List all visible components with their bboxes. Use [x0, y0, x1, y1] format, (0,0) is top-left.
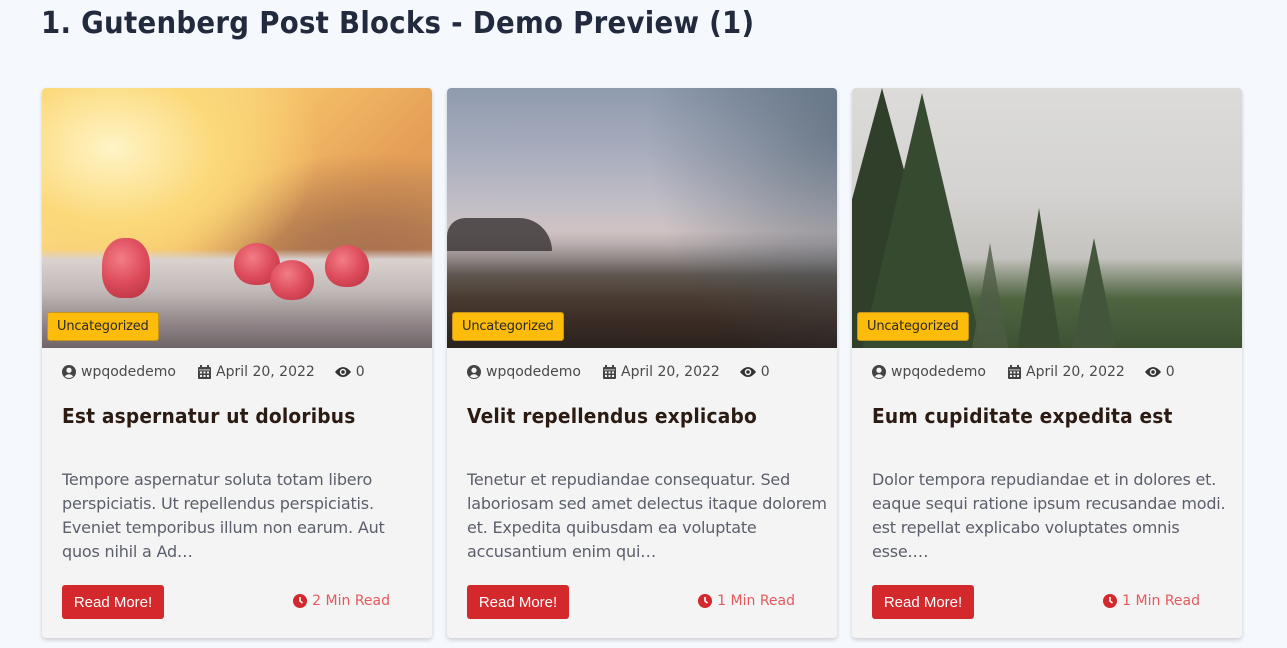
category-badge[interactable]: Uncategorized — [452, 312, 564, 341]
read-time: 1 Min Read — [698, 593, 795, 609]
post-excerpt: Dolor tempora repudiandae et in dolores … — [872, 470, 1226, 561]
post-card: Uncategorized wpqodedemo April 20, 2022 … — [852, 88, 1242, 638]
post-title[interactable]: Est aspernatur ut doloribus — [62, 404, 356, 428]
post-grid: Uncategorized wpqodedemo April 20, 2022 … — [42, 88, 1242, 638]
eye-icon — [1144, 367, 1161, 377]
read-time-label: 1 Min Read — [717, 593, 795, 609]
post-date: April 20, 2022 — [1026, 364, 1125, 380]
post-image[interactable]: Uncategorized — [852, 88, 1242, 348]
post-excerpt: Tempore aspernatur soluta totam libero p… — [62, 470, 385, 561]
read-more-button[interactable]: Read More! — [62, 585, 164, 619]
category-badge[interactable]: Uncategorized — [857, 312, 969, 341]
views-meta: 0 — [739, 364, 770, 380]
view-count: 0 — [760, 364, 770, 380]
raspberry-shape — [102, 238, 150, 298]
read-time-label: 2 Min Read — [312, 593, 390, 609]
read-time: 2 Min Read — [293, 593, 390, 609]
user-circle-icon — [62, 365, 76, 379]
calendar-icon — [603, 365, 616, 379]
user-circle-icon — [467, 365, 481, 379]
author-name: wpqodedemo — [486, 364, 581, 380]
clock-icon — [698, 594, 713, 608]
author-name: wpqodedemo — [81, 364, 176, 380]
page-title: 1. Gutenberg Post Blocks - Demo Preview … — [41, 6, 755, 41]
read-more-button[interactable]: Read More! — [467, 585, 569, 619]
post-title[interactable]: Velit repellendus explicabo — [467, 404, 757, 428]
post-excerpt: Tenetur et repudiandae consequatur. Sed … — [467, 470, 827, 561]
author-name: wpqodedemo — [891, 364, 986, 380]
date-meta: April 20, 2022 — [603, 364, 720, 380]
post-date: April 20, 2022 — [216, 364, 315, 380]
post-meta: wpqodedemo April 20, 2022 0 — [467, 362, 770, 382]
tree-shape — [972, 243, 1008, 348]
read-time: 1 Min Read — [1103, 593, 1200, 609]
calendar-icon — [198, 365, 211, 379]
author-meta[interactable]: wpqodedemo — [62, 364, 176, 380]
calendar-icon — [1008, 365, 1021, 379]
read-time-label: 1 Min Read — [1122, 593, 1200, 609]
user-circle-icon — [872, 365, 886, 379]
views-meta: 0 — [1144, 364, 1175, 380]
post-meta: wpqodedemo April 20, 2022 0 — [62, 362, 365, 382]
post-image[interactable]: Uncategorized — [42, 88, 432, 348]
post-image[interactable]: Uncategorized — [447, 88, 837, 348]
post-card: Uncategorized wpqodedemo April 20, 2022 … — [42, 88, 432, 638]
eye-icon — [334, 367, 351, 377]
category-badge[interactable]: Uncategorized — [47, 312, 159, 341]
view-count: 0 — [1165, 364, 1175, 380]
date-meta: April 20, 2022 — [198, 364, 315, 380]
eye-icon — [739, 367, 756, 377]
read-more-button[interactable]: Read More! — [872, 585, 974, 619]
tree-shape — [1017, 208, 1061, 348]
views-meta: 0 — [334, 364, 365, 380]
clock-icon — [1103, 594, 1118, 608]
tree-shape — [1072, 238, 1116, 348]
post-card: Uncategorized wpqodedemo April 20, 2022 … — [447, 88, 837, 638]
post-meta: wpqodedemo April 20, 2022 0 — [872, 362, 1175, 382]
raspberry-shape — [325, 245, 369, 287]
post-date: April 20, 2022 — [621, 364, 720, 380]
clock-icon — [293, 594, 308, 608]
author-meta[interactable]: wpqodedemo — [467, 364, 581, 380]
view-count: 0 — [355, 364, 365, 380]
date-meta: April 20, 2022 — [1008, 364, 1125, 380]
tree-shape — [862, 93, 982, 348]
author-meta[interactable]: wpqodedemo — [872, 364, 986, 380]
raspberry-shape — [270, 260, 314, 300]
treeline-shape — [447, 218, 552, 251]
post-title[interactable]: Eum cupiditate expedita est — [872, 404, 1173, 428]
